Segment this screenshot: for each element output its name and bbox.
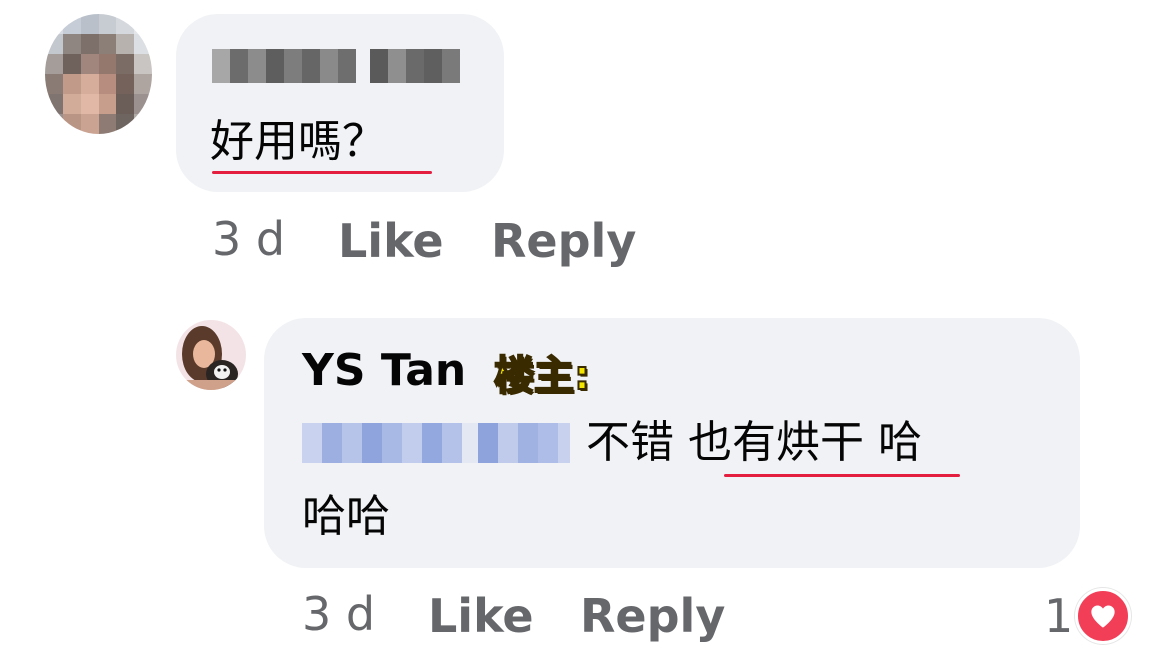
reaction-count: 1 bbox=[1044, 589, 1074, 643]
spellcheck-underline bbox=[212, 171, 432, 174]
comment-timestamp[interactable]: 3 d bbox=[212, 212, 285, 266]
original-poster-label: 楼主: bbox=[493, 352, 591, 400]
mention-name-blurred[interactable] bbox=[302, 423, 570, 463]
reply-author-name[interactable]: YS Tan bbox=[302, 345, 466, 396]
comment-text: 好用嗎？ bbox=[210, 116, 386, 167]
reply-text-line2: 哈哈 bbox=[302, 491, 390, 542]
reply-button[interactable]: Reply bbox=[580, 589, 725, 643]
reply-text-line1: 不错 也有烘干 哈 bbox=[586, 417, 922, 468]
reply-button[interactable]: Reply bbox=[491, 214, 636, 268]
replier-avatar[interactable] bbox=[176, 320, 246, 390]
commenter-avatar[interactable] bbox=[45, 14, 152, 134]
like-button[interactable]: Like bbox=[338, 214, 444, 268]
profile-photo-icon bbox=[176, 320, 246, 390]
reply-timestamp[interactable]: 3 d bbox=[302, 587, 375, 641]
like-button[interactable]: Like bbox=[428, 589, 534, 643]
commenter-name-blurred[interactable] bbox=[212, 49, 466, 83]
reaction-summary[interactable]: 1 bbox=[1044, 588, 1132, 644]
heart-icon bbox=[1075, 588, 1132, 644]
spellcheck-underline bbox=[724, 474, 960, 477]
